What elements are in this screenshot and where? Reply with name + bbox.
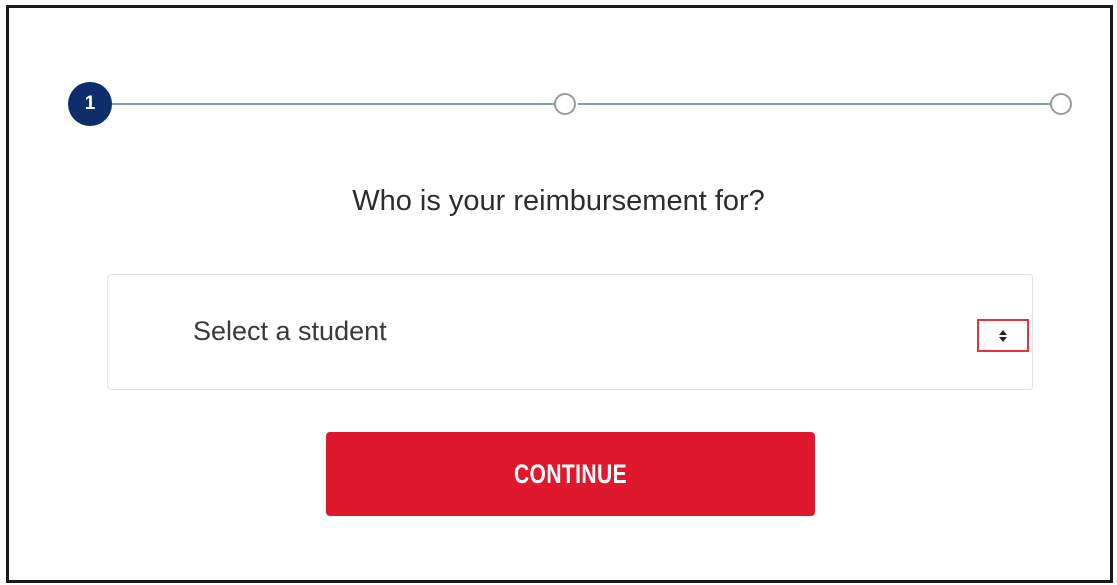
sort-arrows-icon[interactable] xyxy=(977,319,1029,352)
sort-arrows-glyph xyxy=(999,329,1007,342)
continue-button-label: CONTINUE xyxy=(513,458,628,489)
stepper-connector-1 xyxy=(108,103,568,105)
student-select[interactable]: Select a student xyxy=(107,274,1033,390)
progress-stepper: 1 xyxy=(68,82,1078,126)
continue-button[interactable]: CONTINUE xyxy=(326,432,815,516)
form-question: Who is your reimbursement for? xyxy=(352,185,765,217)
step-3-indicator xyxy=(1050,93,1072,115)
step-2-indicator xyxy=(554,93,576,115)
stepper-connector-2 xyxy=(578,103,1053,105)
step-1-indicator: 1 xyxy=(68,82,112,126)
student-select-value: Select a student xyxy=(193,316,387,346)
